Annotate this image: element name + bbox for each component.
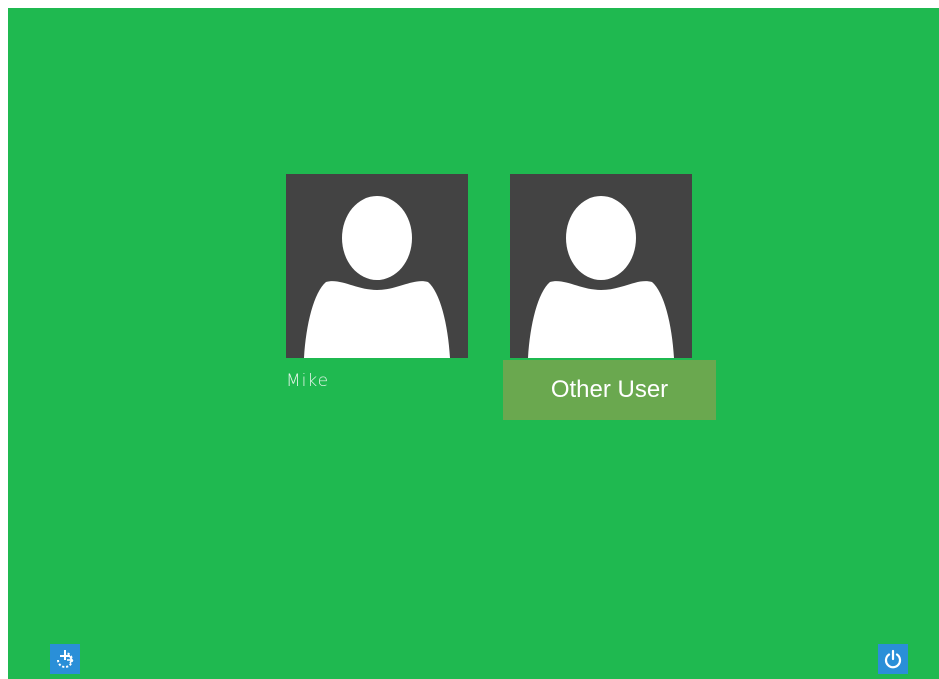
username-mike[interactable]: Mike	[286, 371, 329, 391]
ease-of-access-icon	[57, 650, 74, 668]
power-button[interactable]	[878, 644, 908, 674]
user-silhouette-icon	[528, 196, 674, 358]
ease-of-access-button[interactable]	[50, 644, 80, 674]
user-tile-other-user[interactable]	[510, 174, 692, 358]
username-other-user[interactable]: Other User	[503, 360, 716, 420]
lock-screen: Mike Other User	[8, 8, 939, 679]
power-icon	[884, 649, 902, 669]
user-silhouette-icon	[304, 196, 450, 358]
user-tile-mike[interactable]	[286, 174, 468, 358]
